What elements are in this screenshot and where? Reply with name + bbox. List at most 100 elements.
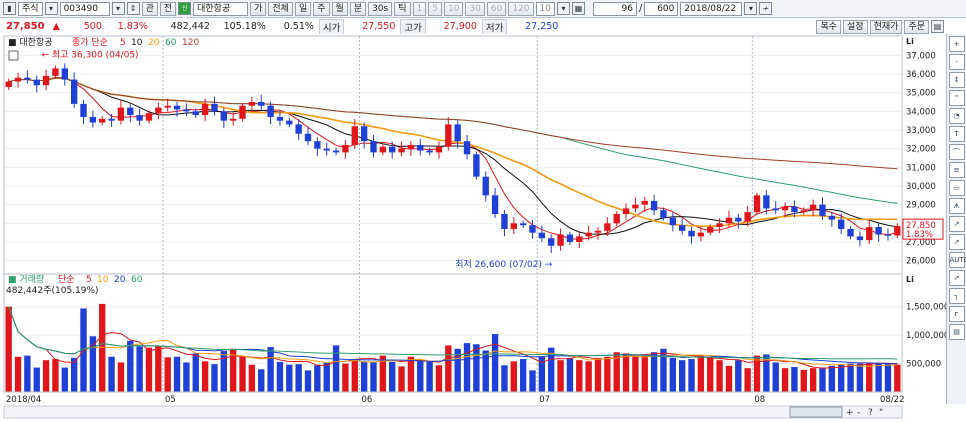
- volume-value-label: 482,442주(105.19%): [6, 285, 99, 296]
- market-select[interactable]: 주식: [18, 1, 43, 16]
- chevron-down-icon[interactable]: ▾: [557, 2, 570, 15]
- kwan-button[interactable]: 관: [141, 1, 158, 16]
- price-tick-label: 29,000: [906, 201, 936, 211]
- search-icon[interactable]: ▾: [111, 2, 125, 15]
- right-tool-icon-3[interactable]: ": [948, 90, 965, 106]
- candle-body: [398, 148, 405, 153]
- date-input[interactable]: 2018/08/22: [680, 1, 743, 16]
- period-week-button[interactable]: 주: [313, 1, 330, 16]
- chart-area[interactable]: 26,00027,00028,00029,00030,00031,00032,0…: [0, 34, 949, 423]
- settings-button[interactable]: 설정: [843, 19, 868, 34]
- volume-bar: [894, 364, 901, 392]
- candle-body: [370, 141, 377, 153]
- open-value: 27,550: [362, 21, 396, 32]
- right-tool-icon-14[interactable]: ┐: [948, 288, 965, 304]
- current-price-button[interactable]: 현재가: [869, 19, 903, 34]
- volume-bar: [89, 336, 97, 392]
- volume-bar: [127, 340, 134, 392]
- period-month-button[interactable]: 월: [331, 1, 348, 16]
- candle-body: [454, 124, 461, 142]
- period-30s-button[interactable]: 30s: [368, 1, 393, 16]
- interval-30-button[interactable]: 30: [465, 1, 485, 16]
- right-tool-icon-10[interactable]: ↗: [948, 216, 965, 232]
- interval-60-button[interactable]: 60: [486, 1, 507, 16]
- period-tick-button[interactable]: 틱: [394, 1, 411, 16]
- right-tool-icon-5[interactable]: T: [948, 126, 965, 142]
- open-label: 시가: [318, 18, 345, 35]
- x-tick-label: 08: [754, 395, 765, 405]
- candle-body: [735, 217, 742, 222]
- volume-value: 482,442: [170, 21, 210, 32]
- ma-legend-item-5: 5: [120, 38, 126, 48]
- right-tool-icon-1[interactable]: -: [948, 54, 965, 70]
- chevron-down-icon[interactable]: ▾: [744, 2, 758, 15]
- candle-body: [192, 111, 199, 116]
- volume-bar: [529, 370, 536, 392]
- total-count-input[interactable]: 600: [644, 1, 679, 16]
- candle-body: [323, 148, 330, 151]
- stepper-icon[interactable]: ⇕: [126, 2, 140, 15]
- volume-bar: [669, 357, 677, 392]
- interval-1-button[interactable]: 1: [412, 1, 427, 16]
- right-tool-icon-16[interactable]: ▤: [948, 324, 965, 340]
- jeon-button[interactable]: 전: [159, 1, 177, 16]
- candle-body: [856, 236, 864, 241]
- candle-body: [295, 124, 302, 134]
- ga-button[interactable]: 가: [250, 1, 267, 16]
- right-tool-icon-9[interactable]: ᗑ: [948, 198, 965, 214]
- candle-body: [538, 232, 546, 239]
- credit-icon[interactable]: 신용: [178, 2, 192, 23]
- candle-body: [632, 204, 639, 209]
- volume-bar: [52, 359, 59, 392]
- stock-code-input[interactable]: 003490: [59, 1, 110, 16]
- all-button[interactable]: 전체: [268, 1, 293, 16]
- order-button[interactable]: 주문: [904, 19, 929, 34]
- volume-bar: [519, 359, 527, 392]
- right-tool-icon-8[interactable]: ▭: [948, 180, 965, 196]
- bottom-tool-0: +: [846, 408, 854, 418]
- volume-bar: [155, 346, 162, 392]
- interval-input[interactable]: 10: [535, 1, 555, 16]
- layout-icon[interactable]: ▮: [3, 2, 16, 15]
- panel-icon[interactable]: ▤: [931, 20, 944, 33]
- right-tool-icon-11[interactable]: ↗: [948, 234, 965, 250]
- right-tool-icon-12[interactable]: AUTO: [948, 252, 966, 268]
- stock-chart[interactable]: 26,00027,00028,00029,00030,00031,00032,0…: [0, 34, 949, 420]
- chevron-down-icon[interactable]: ▾: [44, 2, 58, 15]
- candle-body: [744, 212, 751, 222]
- candle-body: [529, 225, 536, 233]
- right-tool-icon-4[interactable]: ◔: [948, 108, 965, 124]
- candle-body: [127, 107, 134, 116]
- low-label: 저가: [481, 18, 508, 35]
- right-tool-icon-0[interactable]: +: [948, 36, 965, 52]
- right-tool-icon-15[interactable]: ᴦ: [948, 306, 965, 322]
- volume-bar: [501, 365, 508, 392]
- grid-icon[interactable]: ▦: [572, 2, 585, 15]
- volume-bar: [866, 362, 873, 392]
- volume-ma-legend-item-60: 60: [131, 275, 143, 285]
- volume-bar: [510, 361, 517, 392]
- candle-body: [819, 204, 826, 216]
- high-label: 고가: [400, 18, 426, 35]
- interval-5-button[interactable]: 5: [428, 1, 442, 16]
- candle-body: [548, 238, 555, 246]
- interval-10-button[interactable]: 10: [444, 1, 464, 16]
- volume-bar: [744, 368, 751, 392]
- chart-type-icon[interactable]: ≁: [759, 2, 773, 15]
- interval-120-button[interactable]: 120: [508, 1, 534, 16]
- volume-bar: [276, 361, 284, 392]
- shown-count-input[interactable]: 96: [593, 1, 637, 16]
- volume-bar: [145, 347, 153, 392]
- candle-body: [519, 223, 527, 226]
- stock-name-field: 대한항공: [193, 1, 249, 16]
- right-tool-icon-6[interactable]: ⌒: [948, 144, 965, 160]
- bottom-tool-2: ?: [868, 408, 873, 418]
- scroll-thumb: [789, 406, 843, 418]
- period-minute-button[interactable]: 분: [349, 1, 367, 16]
- right-tool-icon-13[interactable]: ↗: [948, 270, 965, 286]
- right-tool-icon-7[interactable]: ≡: [948, 162, 965, 178]
- right-tool-icon-2[interactable]: ↕: [948, 72, 965, 88]
- volume-bar: [641, 355, 648, 392]
- multi-button[interactable]: 복수: [816, 19, 842, 34]
- period-day-button[interactable]: 일: [294, 1, 312, 16]
